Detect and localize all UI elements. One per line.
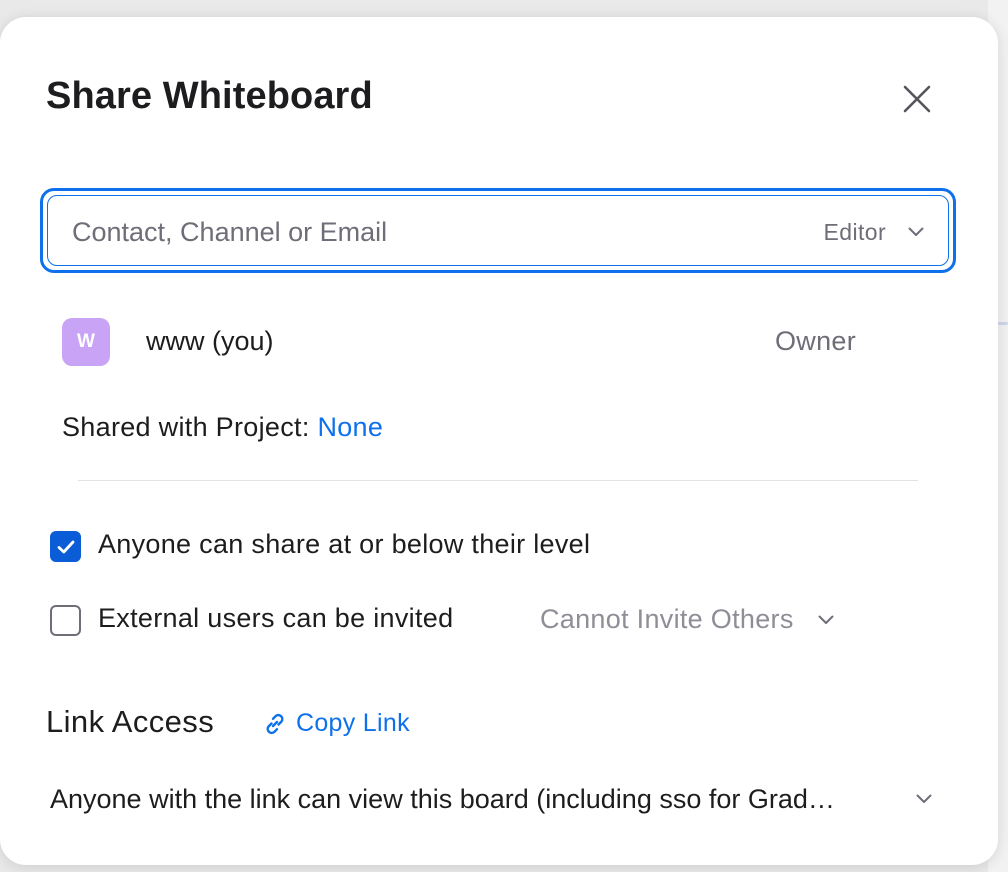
- external-invite-checkbox[interactable]: [50, 605, 81, 636]
- checkmark-icon: [57, 540, 74, 553]
- external-invite-dropdown-label: Cannot Invite Others: [540, 604, 794, 634]
- copy-link-label: Copy Link: [296, 709, 410, 737]
- share-below-level-checkbox[interactable]: [50, 531, 81, 562]
- share-below-level-label: Anyone can share at or below their level: [98, 529, 591, 559]
- invite-input[interactable]: [72, 208, 692, 256]
- shared-with-project-row: Shared with Project: None: [62, 412, 383, 443]
- chevron-down-icon: [818, 615, 834, 624]
- share-whiteboard-dialog: Share Whiteboard Editor W www (you) Owne…: [0, 17, 998, 865]
- avatar: W: [62, 318, 110, 366]
- invite-role-label: Editor: [823, 218, 886, 245]
- invite-role-dropdown[interactable]: Editor: [824, 212, 924, 252]
- invite-field-inner: Editor: [47, 195, 949, 266]
- link-access-dropdown[interactable]: Anyone with the link can view this board…: [50, 779, 932, 819]
- link-access-selected: Anyone with the link can view this board…: [50, 783, 835, 814]
- chevron-down-icon: [916, 794, 932, 803]
- shared-with-project-link[interactable]: None: [317, 412, 383, 442]
- close-icon: [903, 85, 931, 113]
- invite-field-container: Editor: [40, 188, 956, 273]
- member-role: Owner: [775, 326, 857, 356]
- divider: [78, 480, 918, 481]
- copy-link-button[interactable]: Copy Link: [262, 709, 410, 738]
- external-invite-dropdown[interactable]: Cannot Invite Others: [540, 604, 834, 635]
- dialog-title: Share Whiteboard: [46, 75, 373, 117]
- link-icon: [266, 713, 284, 734]
- member-name: www (you): [146, 326, 274, 356]
- shared-with-project-label: Shared with Project:: [62, 412, 310, 442]
- external-invite-label: External users can be invited: [98, 603, 454, 633]
- chevron-down-icon: [908, 227, 924, 236]
- link-access-title: Link Access: [46, 704, 215, 739]
- close-button[interactable]: [897, 79, 937, 119]
